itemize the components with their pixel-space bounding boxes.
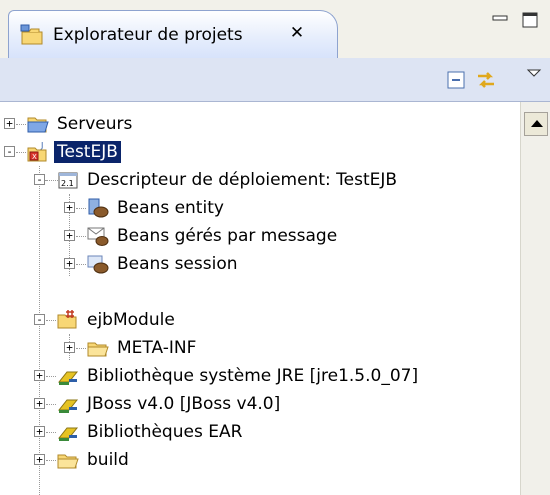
tab-title: Explorateur de projets bbox=[53, 25, 243, 45]
expand-icon[interactable]: + bbox=[34, 398, 45, 409]
tree-connector bbox=[76, 348, 86, 349]
view-menu-icon[interactable] bbox=[522, 62, 546, 86]
tree-item-label: Beans session bbox=[117, 254, 238, 274]
folder-icon bbox=[57, 454, 79, 469]
tree-connector bbox=[16, 152, 26, 153]
collapse-all-icon[interactable] bbox=[444, 68, 468, 92]
expand-icon[interactable]: + bbox=[64, 342, 75, 353]
link-with-editor-icon[interactable] bbox=[474, 68, 498, 92]
project-tree: + Serveurs - X J TestEJB - 2.1 Descripte… bbox=[0, 102, 520, 495]
library-icon bbox=[57, 371, 79, 385]
expand-icon[interactable]: + bbox=[34, 370, 45, 381]
tree-item-label: build bbox=[87, 450, 129, 470]
tree-item-label: ejbModule bbox=[87, 310, 175, 330]
collapse-icon[interactable]: - bbox=[34, 174, 45, 185]
expand-icon[interactable]: + bbox=[64, 258, 75, 269]
tree-item-testejb[interactable]: - X J TestEJB bbox=[0, 138, 520, 166]
tree-item-label: Bibliothèque système JRE [jre1.5.0_07] bbox=[87, 366, 419, 386]
tab-project-explorer[interactable]: Explorateur de projets ✕ bbox=[8, 10, 338, 58]
folder-icon bbox=[87, 342, 109, 357]
expand-icon[interactable]: + bbox=[64, 202, 75, 213]
tree-connector bbox=[46, 404, 56, 405]
expand-icon[interactable]: + bbox=[64, 230, 75, 241]
tree-item-label: TestEJB bbox=[54, 141, 121, 163]
tree-connector bbox=[46, 376, 56, 377]
tree-connector bbox=[76, 236, 86, 237]
tree-item-build[interactable]: + build bbox=[0, 446, 520, 474]
expand-icon[interactable]: + bbox=[34, 454, 45, 465]
tree-connector bbox=[16, 124, 26, 125]
tree-connector bbox=[46, 320, 56, 321]
tree-item-ear-libraries[interactable]: + Bibliothèques EAR bbox=[0, 418, 520, 446]
tree-item-label: Beans entity bbox=[117, 198, 224, 218]
expand-icon[interactable]: + bbox=[4, 118, 15, 129]
tree-item-session-beans[interactable]: + Beans session bbox=[0, 250, 520, 278]
tree-item-label: Bibliothèques EAR bbox=[87, 422, 243, 442]
tree-item-meta-inf[interactable]: + META-INF bbox=[0, 334, 520, 362]
svg-text:X: X bbox=[32, 153, 37, 161]
maximize-icon[interactable] bbox=[520, 10, 540, 30]
tree-item-deployment-descriptor[interactable]: - 2.1 Descripteur de déploiement: TestEJ… bbox=[0, 166, 520, 194]
entity-bean-icon bbox=[88, 198, 109, 218]
svg-text:2.1: 2.1 bbox=[61, 179, 74, 188]
tree-item-label: Serveurs bbox=[57, 114, 133, 134]
close-icon[interactable]: ✕ bbox=[287, 23, 307, 43]
tree-item-jre-library[interactable]: + Bibliothèque système JRE [jre1.5.0_07] bbox=[0, 362, 520, 390]
tree-item-jboss-library[interactable]: + JBoss v4.0 [JBoss v4.0] bbox=[0, 390, 520, 418]
tree-item-serveurs[interactable]: + Serveurs bbox=[0, 110, 520, 138]
tree-connector bbox=[46, 460, 56, 461]
collapse-icon[interactable]: - bbox=[34, 314, 45, 325]
minimize-icon[interactable] bbox=[490, 10, 510, 30]
tree-item-beans-entity[interactable]: + Beans entity bbox=[0, 194, 520, 222]
project-explorer-view: Explorateur de projets ✕ + Serveurs - X … bbox=[0, 0, 550, 495]
scroll-up-button[interactable] bbox=[524, 112, 548, 136]
folder-icon bbox=[27, 117, 49, 133]
source-folder-icon bbox=[57, 310, 77, 329]
ejb-project-icon: X J bbox=[27, 141, 47, 162]
tree-item-message-beans[interactable]: + Beans gérés par message bbox=[0, 222, 520, 250]
tree-item-label: META-INF bbox=[117, 338, 197, 358]
message-bean-icon bbox=[87, 227, 109, 246]
tree-item-label: Descripteur de déploiement: TestEJB bbox=[87, 170, 398, 190]
view-toolbar bbox=[0, 58, 550, 102]
tree-item-label: JBoss v4.0 [JBoss v4.0] bbox=[87, 394, 281, 414]
svg-text:J: J bbox=[40, 141, 43, 150]
tree-connector bbox=[76, 264, 86, 265]
project-explorer-icon bbox=[20, 24, 43, 45]
library-icon bbox=[57, 399, 79, 413]
collapse-icon[interactable]: - bbox=[4, 146, 15, 157]
library-icon bbox=[57, 427, 79, 441]
tree-connector bbox=[76, 208, 86, 209]
deployment-descriptor-icon: 2.1 bbox=[58, 172, 78, 189]
vertical-scrollbar[interactable] bbox=[520, 102, 550, 495]
expand-icon[interactable]: + bbox=[34, 426, 45, 437]
session-bean-icon bbox=[87, 255, 109, 274]
tree-item-label: Beans gérés par message bbox=[117, 226, 338, 246]
tree-connector bbox=[46, 432, 56, 433]
tree-item-ejbmodule[interactable]: - ejbModule bbox=[0, 306, 520, 334]
view-tab-strip: Explorateur de projets ✕ bbox=[0, 0, 550, 58]
tree-connector bbox=[46, 180, 56, 181]
